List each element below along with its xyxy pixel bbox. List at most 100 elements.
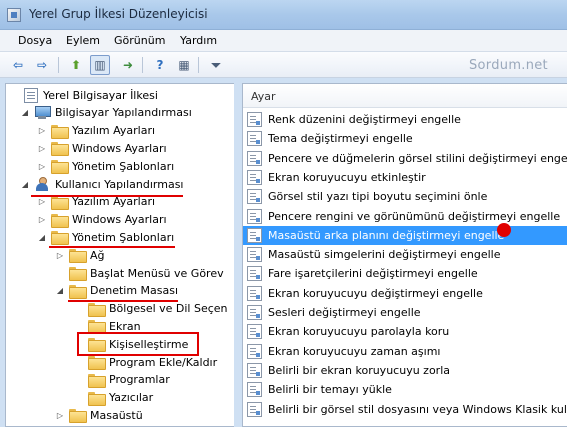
tree-item[interactable]: ▷ Ağ [55,246,105,264]
tree-item-label: Ağ [90,248,105,262]
tree-item[interactable]: Yerel Bilgisayar İlkesi [10,86,158,104]
folder-icon [88,302,106,317]
list-item[interactable]: Sesleri değiştirmeyi engelle [243,303,567,322]
menu-yardim[interactable]: Yardım [180,34,217,47]
no-expander [55,264,65,282]
list-item[interactable]: Belirli bir temayı yükle [243,380,567,399]
toolbar-separator [198,57,199,73]
settings-list[interactable]: Ayar Renk düzenini değiştirmeyi engelle T… [242,83,567,427]
list-item[interactable]: Renk düzenini değiştirmeyi engelle [243,110,567,129]
back-arrow-icon: ⇦ [12,58,24,72]
tree-item[interactable]: ◢ Yönetim Şablonları [37,228,174,246]
back-arrow-button[interactable]: ⇦ [8,55,28,75]
list-item[interactable]: Belirli bir görsel stil dosyasını veya W… [243,400,567,419]
tree-item[interactable]: ▷ Yazılım Ayarları [37,122,155,140]
menu-dosya[interactable]: Dosya [18,34,52,47]
menu-eylem[interactable]: Eylem [66,34,100,47]
tree-item-label: Bilgisayar Yapılandırması [55,106,192,120]
setting-label: Belirli bir ekran koruyucuyu zorla [268,363,450,377]
pane-splitter[interactable] [234,83,242,427]
policy-setting-icon [247,247,262,263]
list-item[interactable]: Masaüstü simgelerini değiştirmeyi engell… [243,245,567,264]
tree-item[interactable]: Yazıcılar [74,389,153,407]
forward-arrow-button[interactable]: ⇨ [32,55,52,75]
user-icon [34,177,50,191]
folder-icon [69,409,87,424]
tree-item[interactable]: ▷ Yönetim Şablonları [37,157,174,175]
help-button[interactable]: ? [150,55,170,75]
policy-setting-icon [247,227,262,243]
column-header-ayar[interactable]: Ayar [243,84,567,108]
setting-label: Ekran koruyucuyu parolayla koru [268,325,450,339]
menu-gorunum[interactable]: Görünüm [114,34,165,47]
up-folder-button[interactable]: ⬆ [66,55,86,75]
tree-item[interactable]: Başlat Menüsü ve Görev [55,264,224,282]
list-item[interactable]: Pencere rengini ve görünümünü değiştirme… [243,207,567,226]
policy-setting-icon [247,382,262,398]
properties-icon: ▦ [178,58,190,72]
tree-item[interactable]: ▷ Masaüstü [55,406,143,424]
properties-button[interactable]: ▦ [174,55,194,75]
navigation-tree[interactable]: Yerel Bilgisayar İlkesi ◢ Bilgisayar Yapıl… [5,83,234,427]
tree-item[interactable]: ▷ Windows Ayarları [37,211,167,229]
toolbar-separator [142,57,143,73]
window-title: Yerel Grup İlkesi Düzenleyicisi [29,7,208,21]
folder-icon [51,195,69,210]
expand-arrow-icon[interactable]: ▷ [37,139,47,157]
policy-setting-icon [247,343,262,359]
list-item[interactable]: Ekran koruyucuyu değiştirmeyi engelle [243,284,567,303]
tree-item[interactable]: ▷ Windows Ayarları [37,139,167,157]
expand-arrow-icon[interactable]: ▷ [55,406,65,424]
no-expander [10,86,20,104]
collapse-arrow-icon[interactable]: ◢ [55,282,65,300]
list-item[interactable]: Ekran koruyucuyu parolayla koru [243,322,567,341]
list-item[interactable]: Ekran koruyucuyu etkinleştir [243,168,567,187]
list-item[interactable]: Belirli bir ekran koruyucuyu zorla [243,361,567,380]
expand-arrow-icon[interactable]: ▷ [37,211,47,229]
setting-label: Ekran koruyucuyu zaman aşımı [268,344,441,358]
column-header-label: Ayar [251,90,276,103]
export-list-icon: ➜ [122,58,134,72]
tree-item[interactable]: ◢ Bilgisayar Yapılandırması [20,104,192,122]
policy-document-icon [24,87,38,103]
list-item[interactable]: Pencere ve düğmelerin görsel stilini değ… [243,149,567,168]
tree-item-label: Başlat Menüsü ve Görev [90,266,224,280]
expand-arrow-icon[interactable]: ▷ [37,157,47,175]
show-hide-tree-button[interactable]: ▥ [90,55,110,75]
setting-label: Renk düzenini değiştirmeyi engelle [268,113,461,126]
policy-setting-icon [247,208,262,224]
up-folder-icon: ⬆ [70,58,82,72]
help-icon: ? [156,58,164,72]
tree-item[interactable]: ◢ Kullanıcı Yapılandırması [20,175,183,193]
list-item[interactable]: Ekran koruyucuyu zaman aşımı [243,342,567,361]
tree-item[interactable]: Programlar [74,371,170,389]
collapse-arrow-icon[interactable]: ◢ [37,228,47,246]
policy-setting-icon [247,305,262,320]
tree-item[interactable]: ◢ Denetim Masası [55,282,178,300]
export-list-button[interactable]: ➜ [118,55,138,75]
collapse-arrow-icon[interactable]: ◢ [20,104,30,122]
tree-item[interactable]: Bölgesel ve Dil Seçen [74,300,228,318]
list-item[interactable]: Fare işaretçilerini değiştirmeyi engelle [243,264,567,283]
tree-item-label: Yönetim Şablonları [72,230,175,244]
list-item[interactable]: Görsel stil yazı tipi boyutu seçimini ön… [243,187,567,206]
watermark-text: Sordum.net [469,58,548,73]
setting-label: Ekran koruyucuyu etkinleştir [268,170,426,184]
list-item[interactable]: Tema değiştirmeyi engelle [243,129,567,148]
collapse-arrow-icon[interactable]: ◢ [20,175,30,193]
policy-editor-app-icon [7,8,21,22]
expand-arrow-icon[interactable]: ▷ [37,122,47,140]
tree-item-label: Masaüstü [90,408,143,422]
tree-item-label: Yazıcılar [109,391,154,405]
folder-icon [69,284,87,299]
folder-icon [88,373,106,388]
folder-icon [51,213,69,228]
folder-icon [88,356,106,370]
filter-button[interactable]: ⏷ [206,55,226,75]
folder-icon [69,267,87,281]
expand-arrow-icon[interactable]: ▷ [55,246,65,264]
folder-icon [51,124,69,139]
tree-item-label: Yönetim Şablonları [72,159,175,173]
policy-setting-icon [247,324,262,340]
list-item-selected[interactable]: Masaüstü arka planını değiştirmeyi engel… [243,225,567,245]
